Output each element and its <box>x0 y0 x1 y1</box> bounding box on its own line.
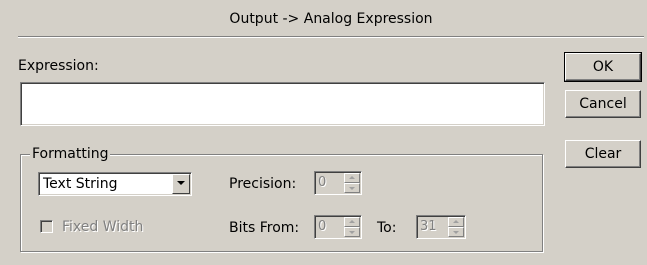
precision-spin-buttons <box>344 173 360 193</box>
bits-to-spin-buttons <box>448 217 464 237</box>
dropdown-arrow-icon[interactable] <box>172 174 190 194</box>
expression-input[interactable] <box>20 82 545 126</box>
bits-to-value: 31 <box>420 219 437 234</box>
precision-spinner[interactable]: 0 <box>314 171 362 195</box>
formatting-legend: Formatting <box>30 145 111 163</box>
title-divider <box>18 36 644 38</box>
spin-down-arrow-icon[interactable] <box>344 227 360 237</box>
bits-to-spinner[interactable]: 31 <box>416 215 466 239</box>
precision-label: Precision: <box>229 176 297 192</box>
spin-up-arrow-icon[interactable] <box>344 173 360 183</box>
clear-button[interactable]: Clear <box>565 140 641 168</box>
bits-from-value: 0 <box>318 219 327 234</box>
fixed-width-checkbox[interactable] <box>40 220 53 233</box>
bits-from-label: Bits From: <box>229 220 300 236</box>
analog-expression-dialog: Output -> Analog Expression Expression: … <box>0 0 647 265</box>
ok-button[interactable]: OK <box>564 52 642 82</box>
spin-down-arrow-icon[interactable] <box>344 183 360 193</box>
cancel-button[interactable]: Cancel <box>565 90 641 118</box>
spin-up-arrow-icon[interactable] <box>344 217 360 227</box>
dialog-title: Output -> Analog Expression <box>229 11 433 27</box>
bits-to-label: To: <box>377 220 397 236</box>
precision-value: 0 <box>318 175 327 190</box>
format-type-select[interactable]: Text String <box>38 172 192 196</box>
format-type-value: Text String <box>43 176 118 192</box>
fixed-width-label: Fixed Width <box>62 219 144 235</box>
expression-label: Expression: <box>18 58 99 74</box>
bits-from-spinner[interactable]: 0 <box>314 215 362 239</box>
spin-up-arrow-icon[interactable] <box>448 217 464 227</box>
spin-down-arrow-icon[interactable] <box>448 227 464 237</box>
bits-from-spin-buttons <box>344 217 360 237</box>
